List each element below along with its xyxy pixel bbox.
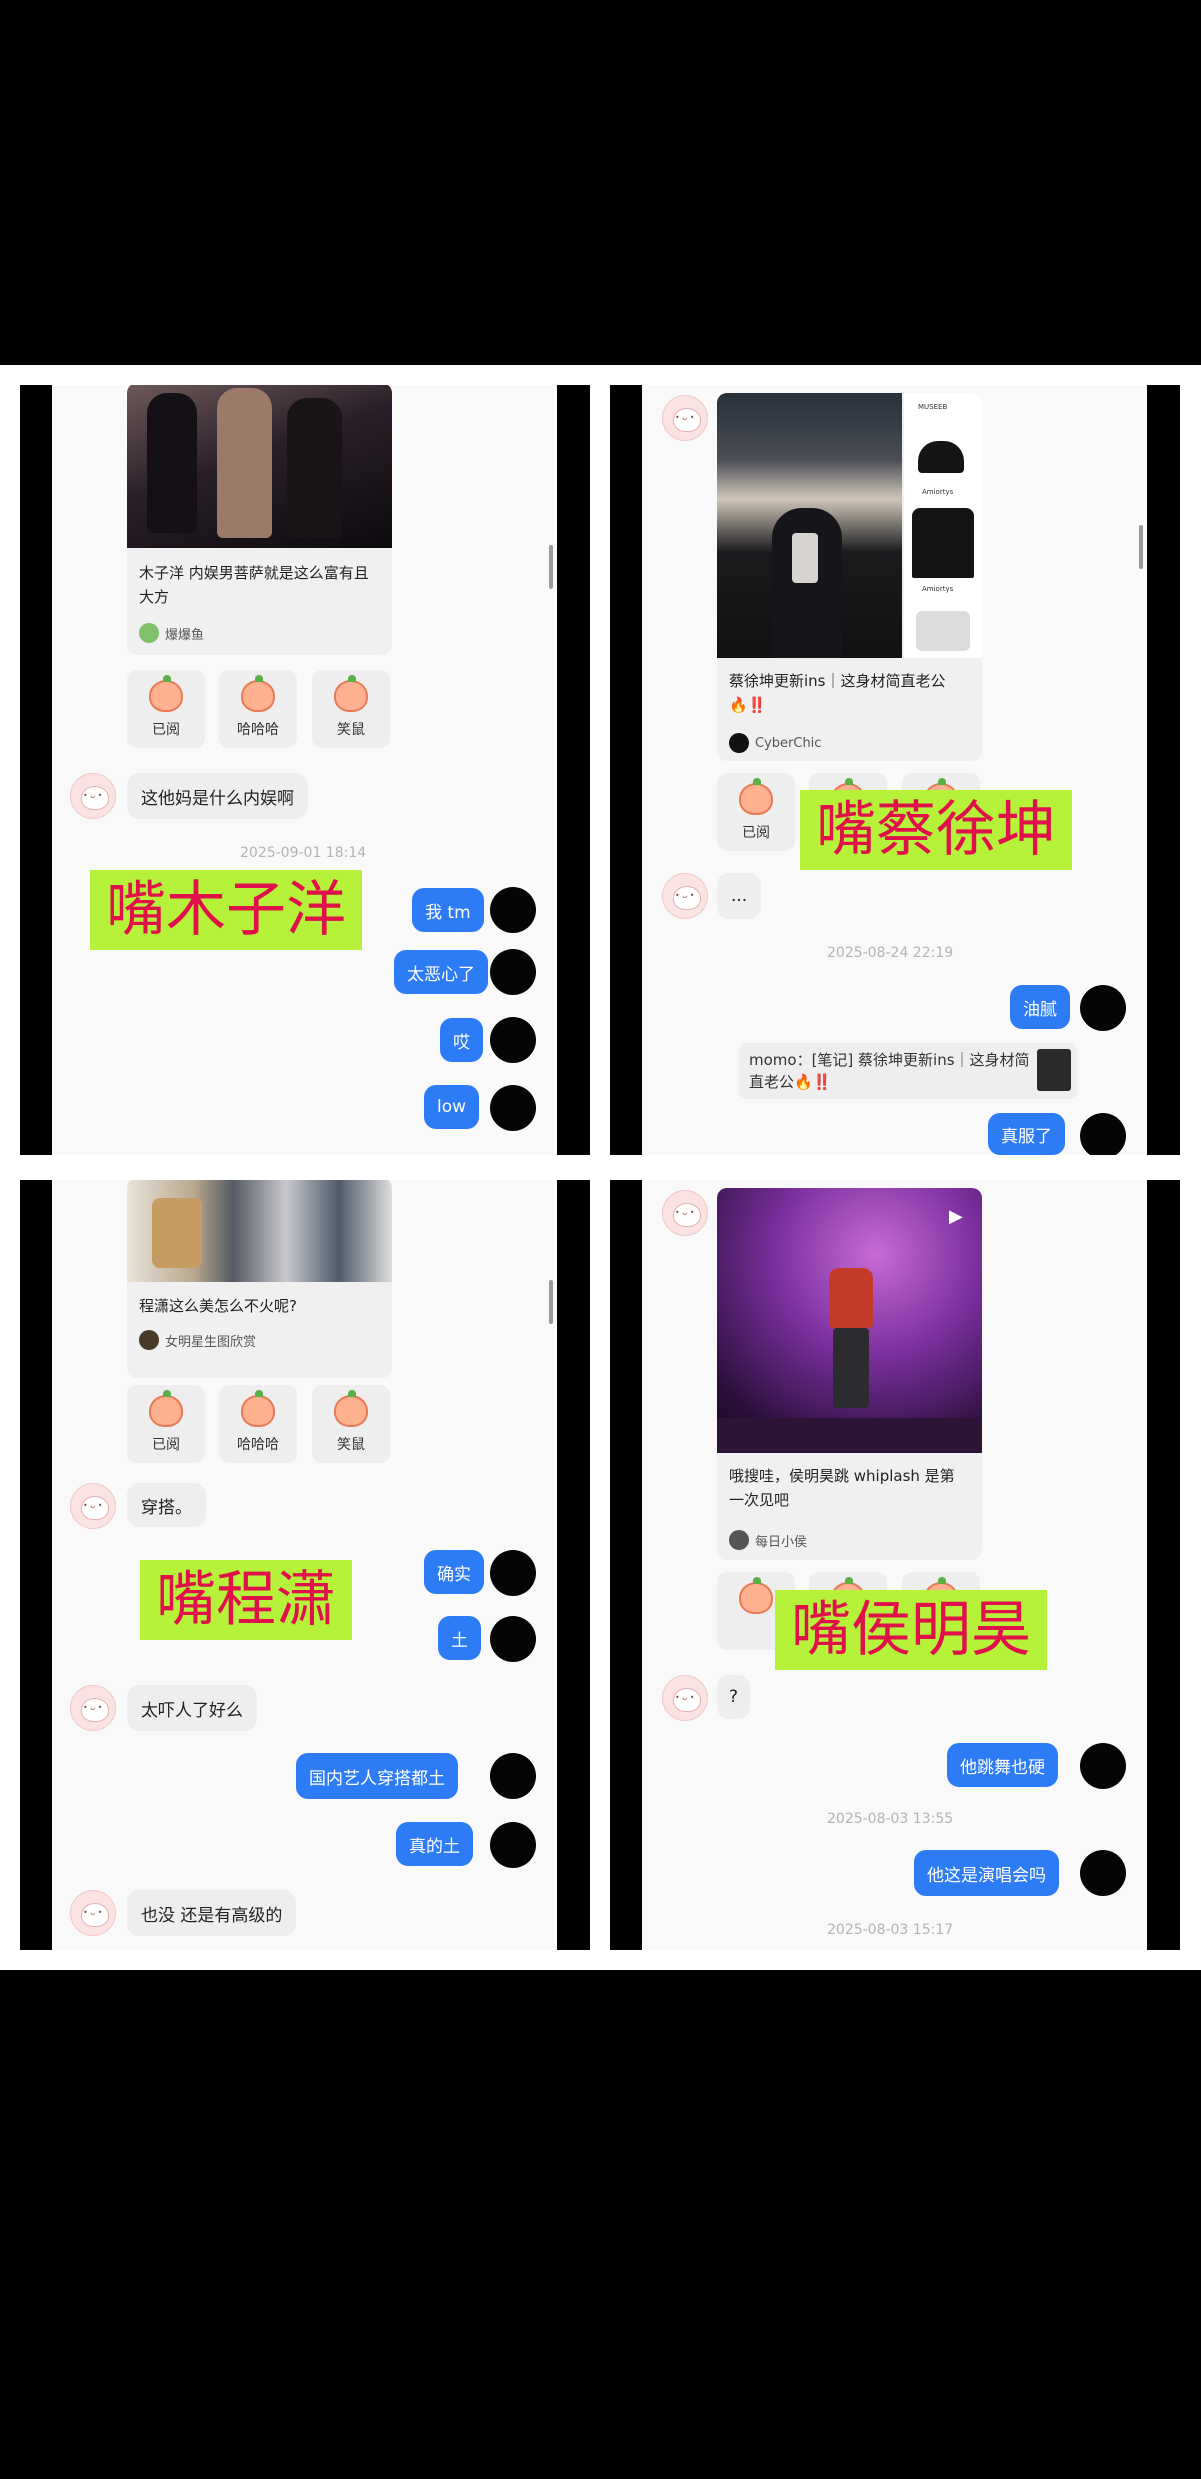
friend-avatar[interactable] (70, 773, 116, 819)
user-avatar-icon (729, 1530, 749, 1550)
chat-screen-1: 木子洋 内娱男菩萨就是这么富有且大方 爆爆鱼 已阅 哈哈哈 笑鼠 这他妈是什么内… (52, 385, 557, 1155)
chat-screen-2: MUSEEB Amiortys Amiortys 蔡徐坤更新ins｜这身材简直老… (642, 385, 1147, 1155)
screenshot-panel-2: MUSEEB Amiortys Amiortys 蔡徐坤更新ins｜这身材简直老… (610, 385, 1180, 1155)
peach-sticker-icon (334, 675, 368, 712)
caption-overlay: 嘴蔡徐坤 (800, 790, 1072, 870)
my-avatar[interactable] (1080, 985, 1126, 1031)
outgoing-message: 我 tm (412, 888, 484, 932)
card-image-right: MUSEEB Amiortys Amiortys (904, 393, 982, 658)
my-avatar[interactable] (1080, 1113, 1126, 1155)
card-source: 爆爆鱼 (139, 623, 204, 643)
outgoing-message: 确实 (424, 1550, 484, 1594)
frog-icon (139, 623, 159, 643)
quoted-note[interactable]: momo：[笔记] 蔡徐坤更新ins｜这身材简直老公🔥‼️ (739, 1043, 1077, 1099)
card-image (127, 385, 392, 548)
my-avatar[interactable] (490, 1753, 536, 1799)
scrollbar[interactable] (1139, 525, 1143, 569)
friend-avatar[interactable] (662, 395, 708, 441)
reaction-read[interactable]: 已阅 (127, 670, 205, 748)
friend-avatar[interactable] (662, 1190, 708, 1236)
card-title: 蔡徐坤更新ins｜这身材简直老公🔥‼️ (729, 672, 946, 714)
shared-note-card[interactable]: ▶ 哦搜哇，侯明昊跳 whiplash 是第一次见吧 每日小侯 (717, 1188, 982, 1560)
peach-sticker-icon (149, 1390, 183, 1427)
reaction-laugh[interactable]: 笑鼠 (312, 1385, 390, 1463)
outgoing-message: 哎 (440, 1018, 483, 1062)
incoming-message: 也没 还是有高级的 (127, 1890, 297, 1936)
outgoing-message: low (424, 1085, 480, 1129)
play-icon[interactable]: ▶ (949, 1206, 963, 1227)
reaction-read[interactable]: 已阅 (717, 773, 795, 851)
outgoing-message: 太恶心了 (394, 950, 488, 994)
brand-logo-icon (729, 733, 749, 753)
reaction-haha[interactable]: 哈哈哈 (219, 1385, 297, 1463)
my-avatar[interactable] (490, 1822, 536, 1868)
incoming-message: ? (717, 1675, 751, 1719)
peach-sticker-icon (149, 675, 183, 712)
my-avatar[interactable] (490, 1017, 536, 1063)
timestamp: 2025-08-03 13:55 (827, 1811, 954, 1827)
card-title: 木子洋 内娱男菩萨就是这么富有且大方 (139, 564, 369, 606)
reaction-haha[interactable]: 哈哈哈 (219, 670, 297, 748)
card-image (127, 1180, 392, 1282)
my-avatar[interactable] (490, 887, 536, 933)
chat-screen-4: ▶ 哦搜哇，侯明昊跳 whiplash 是第一次见吧 每日小侯 ? 他跳舞也硬 … (642, 1180, 1147, 1950)
card-source: 女明星生图欣赏 (139, 1330, 256, 1350)
timestamp: 2025-08-24 22:19 (827, 945, 954, 961)
outgoing-message: 国内艺人穿搭都土 (296, 1753, 458, 1799)
incoming-message: 穿搭。 (127, 1483, 206, 1527)
scrollbar[interactable] (549, 545, 553, 589)
shared-note-card[interactable]: MUSEEB Amiortys Amiortys 蔡徐坤更新ins｜这身材简直老… (717, 393, 982, 761)
friend-avatar[interactable] (662, 873, 708, 919)
card-source: 每日小侯 (729, 1530, 807, 1550)
user-avatar-icon (139, 1330, 159, 1350)
shared-note-card[interactable]: 程潇这么美怎么不火呢? 女明星生图欣赏 (127, 1180, 392, 1378)
friend-avatar[interactable] (70, 1483, 116, 1529)
outgoing-message: 真的土 (396, 1822, 473, 1866)
peach-sticker-icon (739, 1577, 773, 1614)
screenshot-panel-3: 程潇这么美怎么不火呢? 女明星生图欣赏 已阅 哈哈哈 笑鼠 穿搭。 确实 土 太… (20, 1180, 590, 1950)
screenshot-panel-1: 木子洋 内娱男菩萨就是这么富有且大方 爆爆鱼 已阅 哈哈哈 笑鼠 这他妈是什么内… (20, 385, 590, 1155)
caption-overlay: 嘴侯明昊 (775, 1590, 1047, 1670)
outgoing-message: 他跳舞也硬 (947, 1743, 1058, 1787)
friend-avatar[interactable] (70, 1890, 116, 1936)
outgoing-message: 油腻 (1010, 985, 1070, 1029)
incoming-message: 这他妈是什么内娱啊 (127, 773, 308, 819)
quote-thumbnail (1037, 1049, 1071, 1091)
my-avatar[interactable] (490, 949, 536, 995)
peach-sticker-icon (241, 675, 275, 712)
peach-sticker-icon (241, 1390, 275, 1427)
outgoing-message: 真服了 (988, 1113, 1065, 1155)
peach-sticker-icon (739, 778, 773, 815)
friend-avatar[interactable] (662, 1675, 708, 1721)
peach-sticker-icon (334, 1390, 368, 1427)
card-source: CyberChic (729, 733, 821, 753)
outgoing-message: 土 (438, 1616, 481, 1660)
shared-note-card[interactable]: 木子洋 内娱男菩萨就是这么富有且大方 爆爆鱼 (127, 385, 392, 655)
caption-overlay: 嘴程潇 (140, 1560, 352, 1640)
my-avatar[interactable] (1080, 1743, 1126, 1789)
friend-avatar[interactable] (70, 1685, 116, 1731)
scrollbar[interactable] (549, 1280, 553, 1324)
reaction-read[interactable]: 已阅 (127, 1385, 205, 1463)
incoming-message: ... (717, 873, 762, 919)
my-avatar[interactable] (490, 1085, 536, 1131)
card-title: 程潇这么美怎么不火呢? (139, 1297, 297, 1315)
timestamp: 2025-08-03 15:17 (827, 1922, 954, 1938)
my-avatar[interactable] (1080, 1850, 1126, 1896)
my-avatar[interactable] (490, 1550, 536, 1596)
screenshot-panel-4: ▶ 哦搜哇，侯明昊跳 whiplash 是第一次见吧 每日小侯 ? 他跳舞也硬 … (610, 1180, 1180, 1950)
reaction-laugh[interactable]: 笑鼠 (312, 670, 390, 748)
outgoing-message: 他这是演唱会吗 (914, 1850, 1059, 1896)
timestamp: 2025-09-01 18:14 (240, 845, 367, 861)
incoming-message: 太吓人了好么 (127, 1685, 257, 1731)
my-avatar[interactable] (490, 1616, 536, 1662)
card-title: 哦搜哇，侯明昊跳 whiplash 是第一次见吧 (729, 1467, 955, 1509)
caption-overlay: 嘴木子洋 (90, 870, 362, 950)
card-video-thumbnail: ▶ (717, 1188, 982, 1453)
card-image-left (717, 393, 902, 658)
